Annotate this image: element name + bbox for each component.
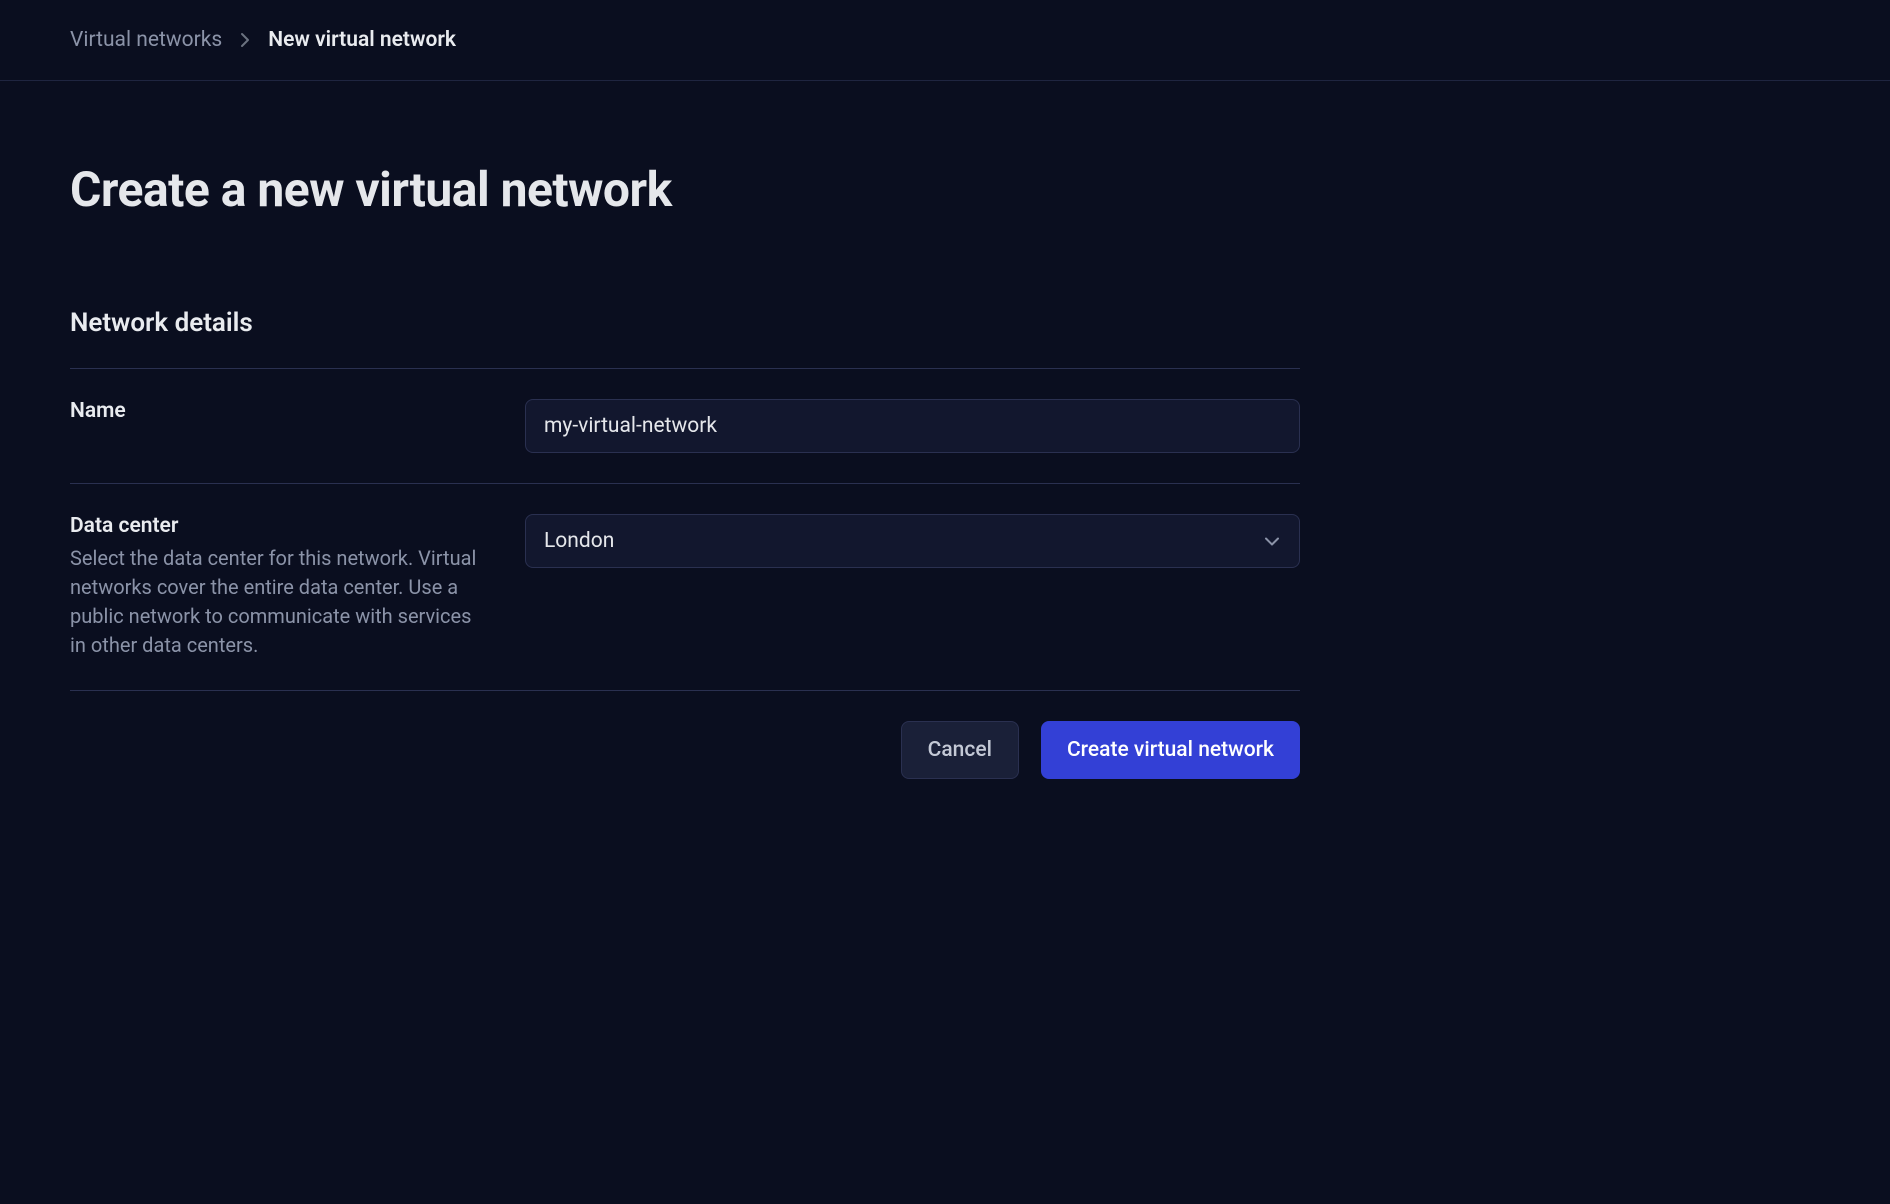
form-row-name: Name — [70, 369, 1300, 483]
name-label: Name — [70, 399, 485, 423]
datacenter-select[interactable]: London — [525, 514, 1300, 568]
form-actions: Cancel Create virtual network — [70, 691, 1300, 779]
breadcrumb-current: New virtual network — [268, 28, 456, 52]
chevron-right-icon — [240, 32, 250, 48]
page-title: Create a new virtual network — [70, 161, 1300, 218]
breadcrumb: Virtual networks New virtual network — [0, 0, 1890, 81]
name-input[interactable] — [525, 399, 1300, 453]
form-row-datacenter: Data center Select the data center for t… — [70, 484, 1300, 690]
datacenter-label: Data center — [70, 514, 485, 538]
section-title: Network details — [70, 308, 1300, 338]
create-button[interactable]: Create virtual network — [1041, 721, 1300, 779]
datacenter-help-text: Select the data center for this network.… — [70, 544, 485, 660]
breadcrumb-parent-link[interactable]: Virtual networks — [70, 28, 222, 52]
cancel-button[interactable]: Cancel — [901, 721, 1019, 779]
